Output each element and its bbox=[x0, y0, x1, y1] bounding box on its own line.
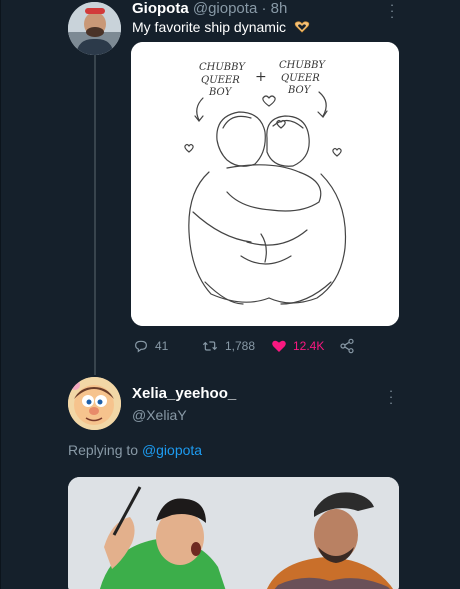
replying-prefix: Replying to bbox=[68, 442, 139, 458]
share-button[interactable] bbox=[339, 338, 361, 354]
avatar[interactable] bbox=[68, 2, 121, 55]
mention-link[interactable]: @giopota bbox=[142, 442, 202, 458]
replying-to-line: Replying to @giopota bbox=[68, 442, 202, 458]
more-options-icon[interactable]: · · · bbox=[387, 0, 397, 23]
reply-icon bbox=[135, 340, 147, 353]
handle[interactable]: @giopota bbox=[193, 0, 257, 17]
tweet-text: My favorite ship dynamic bbox=[132, 19, 310, 36]
tweet-actions: 41 1,788 12.4K bbox=[131, 338, 371, 356]
retweet-button[interactable]: 1,788 bbox=[201, 338, 255, 354]
tweet-text-body: My favorite ship dynamic bbox=[132, 19, 287, 35]
like-count: 12.4K bbox=[293, 339, 325, 353]
drawing-label-left: CHUBBY bbox=[199, 62, 246, 73]
separator: · bbox=[257, 0, 271, 17]
reaction-photo bbox=[68, 477, 399, 589]
drawing-label-right: CHUBBY bbox=[279, 60, 326, 71]
like-button[interactable]: 12.4K bbox=[271, 338, 324, 354]
heart-hands-icon bbox=[294, 20, 310, 36]
thread-connector-line bbox=[94, 55, 96, 375]
reply-handle[interactable]: @XeliaY bbox=[132, 407, 187, 423]
svg-text:BOY: BOY bbox=[287, 85, 312, 96]
svg-text:QUEER: QUEER bbox=[281, 73, 320, 84]
svg-text:BOY: BOY bbox=[208, 87, 233, 98]
retweet-count: 1,788 bbox=[225, 339, 256, 353]
display-name[interactable]: Giopota bbox=[132, 0, 189, 17]
tweet-header: Giopota @giopota · 8h bbox=[132, 0, 287, 17]
drawing-illustration: CHUBBY QUEER BOY + CHUBBY QUEER BOY bbox=[131, 42, 399, 326]
svg-text:QUEER: QUEER bbox=[201, 75, 240, 86]
tweet-image[interactable]: CHUBBY QUEER BOY + CHUBBY QUEER BOY bbox=[131, 42, 399, 326]
timeline: Giopota @giopota · 8h · · · My favorite sh… bbox=[0, 0, 460, 589]
avatar[interactable] bbox=[68, 377, 121, 430]
reply-count: 41 bbox=[155, 339, 169, 353]
share-icon bbox=[340, 338, 354, 354]
retweet-icon bbox=[202, 341, 218, 351]
more-options-icon[interactable]: · · · bbox=[386, 384, 396, 409]
reply-image[interactable] bbox=[68, 477, 399, 589]
timestamp[interactable]: 8h bbox=[271, 0, 288, 17]
heart-icon bbox=[272, 340, 286, 352]
reply-display-name[interactable]: Xelia_yeehoo_ bbox=[132, 385, 236, 402]
reply-button[interactable]: 41 bbox=[133, 338, 168, 354]
drawing-plus: + bbox=[255, 69, 267, 85]
